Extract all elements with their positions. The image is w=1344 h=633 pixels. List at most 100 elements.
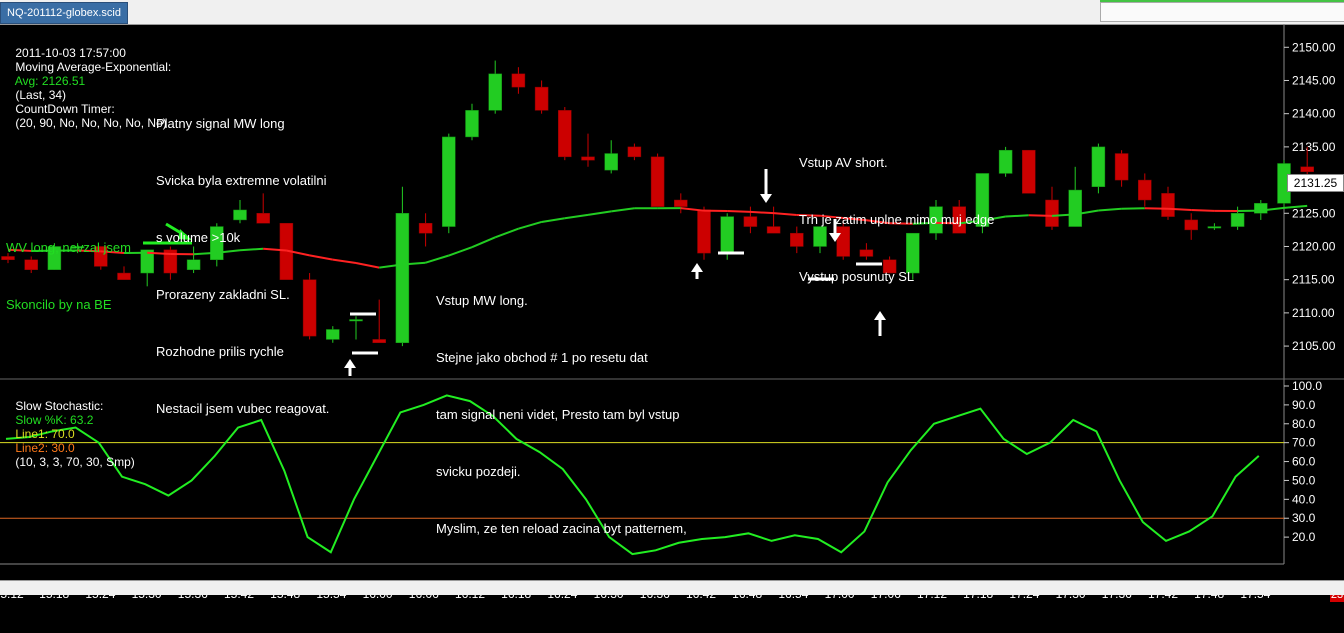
stoch-name: Slow Stochastic: (15, 399, 103, 413)
annotation-line: Platny signal MW long (156, 114, 329, 133)
candle-body (721, 217, 734, 254)
header-params: (Last, 34) (15, 88, 66, 102)
signal-arrowhead-icon (691, 263, 703, 272)
header-datetime: 2011-10-03 17:57:00 (15, 46, 126, 60)
candle-body (419, 223, 432, 233)
annotation-line: Vstup AV short. (799, 153, 994, 172)
stoch-axis-label: 100.0 (1292, 379, 1322, 393)
candle-body (1162, 193, 1175, 216)
price-study-header: 2011-10-03 17:57:00 Moving Average-Expon… (2, 32, 171, 144)
stoch-axis-label: 20.0 (1292, 530, 1316, 544)
candle-body (1231, 213, 1244, 226)
annotation-line: Vystup posunuty SL (799, 267, 994, 286)
candle-body (628, 147, 641, 157)
stoch-axis-label: 80.0 (1292, 417, 1316, 431)
stoch-axis-label: 60.0 (1292, 455, 1316, 469)
candle-body (535, 87, 548, 110)
ema-segment (1122, 208, 1145, 209)
signal-arrowhead-icon (344, 359, 356, 368)
stoch-axis-label: 70.0 (1292, 436, 1316, 450)
candle-body (1185, 220, 1198, 230)
price-axis-label: 2110.00 (1292, 306, 1335, 320)
annotation-line: Skoncilo by na BE (6, 295, 131, 314)
ema-segment (565, 215, 588, 218)
candle-body (674, 200, 687, 207)
price-axis-label: 2140.00 (1292, 107, 1336, 121)
candle-body (698, 210, 711, 253)
ema-segment (1191, 210, 1214, 211)
candle-body (605, 154, 618, 171)
price-axis-label: 2115.00 (1292, 273, 1335, 287)
candle-body (396, 213, 409, 342)
header-countdown-params: (20, 90, No, No, No, No, No) (15, 116, 166, 130)
annotation-vstup-mw-long: Vstup MW long. Stejne jako obchod # 1 po… (436, 253, 687, 633)
tab-bar-empty-area (1100, 2, 1344, 22)
candle-body (1208, 227, 1221, 229)
ema-segment (542, 218, 565, 222)
ema-segment (333, 260, 356, 263)
chart-tab[interactable]: NQ-201112-globex.scid (0, 2, 128, 24)
header-countdown-label: CountDown Timer: (15, 102, 114, 116)
ema-segment (495, 229, 518, 238)
ema-segment (774, 213, 797, 215)
candle-body (350, 320, 363, 322)
candle-body (651, 157, 664, 207)
annotation-wv-long: WV long, nevzal jsem Skoncilo by na BE (6, 200, 131, 352)
stoch-study-header: Slow Stochastic: Slow %K: 63.2 Line1: 70… (2, 385, 135, 483)
ema-segment (518, 222, 541, 229)
price-axis-label: 2150.00 (1292, 40, 1336, 54)
candle-body (767, 227, 780, 234)
ema-segment (611, 208, 634, 211)
candle-body (1115, 154, 1128, 181)
annotation-line: Svicka byla extremne volatilni (156, 171, 329, 190)
candle-body (558, 110, 571, 156)
stoch-axis-label: 30.0 (1292, 511, 1316, 525)
annotation-line: Nestacil jsem vubec reagovat. (156, 399, 329, 418)
candle-body (489, 74, 502, 111)
annotation-line: svicku pozdeji. (436, 462, 687, 481)
header-avg-value: Avg: 2126.51 (15, 74, 86, 88)
annotation-line: Stejne jako obchod # 1 po resetu dat (436, 348, 687, 367)
candle-body (582, 157, 595, 160)
stoch-axis-label: 90.0 (1292, 398, 1316, 412)
price-axis-label: 2120.00 (1292, 239, 1336, 253)
price-axis-label: 2125.00 (1292, 206, 1336, 220)
chart-area[interactable]: 2150.002145.002140.002135.002130.002125.… (0, 24, 1344, 594)
ema-segment (588, 211, 611, 215)
ema-segment (727, 211, 750, 212)
candle-body (373, 339, 386, 342)
candle-body (1138, 180, 1151, 200)
ema-segment (1029, 215, 1052, 216)
header-study-name: Moving Average-Exponential: (15, 60, 171, 74)
annotation-vstup-av-short: Vstup AV short. Trh je zatim uplne mimo … (799, 115, 994, 324)
annotation-line: WV long, nevzal jsem (6, 238, 131, 257)
candle-body (442, 137, 455, 227)
ema-segment (681, 208, 704, 211)
ema-segment (1098, 209, 1121, 211)
annotation-line: tam signal neni videt, Presto tam byl vs… (436, 405, 687, 424)
stoch-slowk: Slow %K: 63.2 (15, 413, 93, 427)
stoch-line2: Line2: 30.0 (15, 441, 74, 455)
annotation-line: Myslim, ze ten reload zacina byt pattern… (436, 519, 687, 538)
candle-body (1092, 147, 1105, 187)
signal-arrowhead-icon (760, 194, 772, 203)
candle-body (466, 110, 479, 137)
ema-segment (356, 263, 379, 268)
ema-segment (750, 212, 773, 213)
annotation-line: Rozhodne prilis rychle (156, 342, 329, 361)
horizontal-scrollbar[interactable] (0, 580, 1344, 595)
candle-body (1046, 200, 1059, 227)
candle-body (512, 74, 525, 87)
candle-body (1069, 190, 1082, 227)
annotation-line: s volume >10k (156, 228, 329, 247)
annotation-line: Trh je zatim uplne mimo muj edge (799, 210, 994, 229)
price-axis-label: 2135.00 (1292, 140, 1336, 154)
current-price-box: 2131.25 (1287, 174, 1344, 192)
candle-body (1254, 203, 1267, 213)
tab-bar: NQ-201112-globex.scid (0, 0, 1344, 25)
stoch-params: (10, 3, 3, 70, 30, Smp) (15, 455, 134, 469)
ema-segment (472, 237, 495, 247)
ema-segment (1006, 215, 1029, 216)
stoch-axis-label: 40.0 (1292, 492, 1316, 506)
annotation-line: Vstup MW long. (436, 291, 687, 310)
